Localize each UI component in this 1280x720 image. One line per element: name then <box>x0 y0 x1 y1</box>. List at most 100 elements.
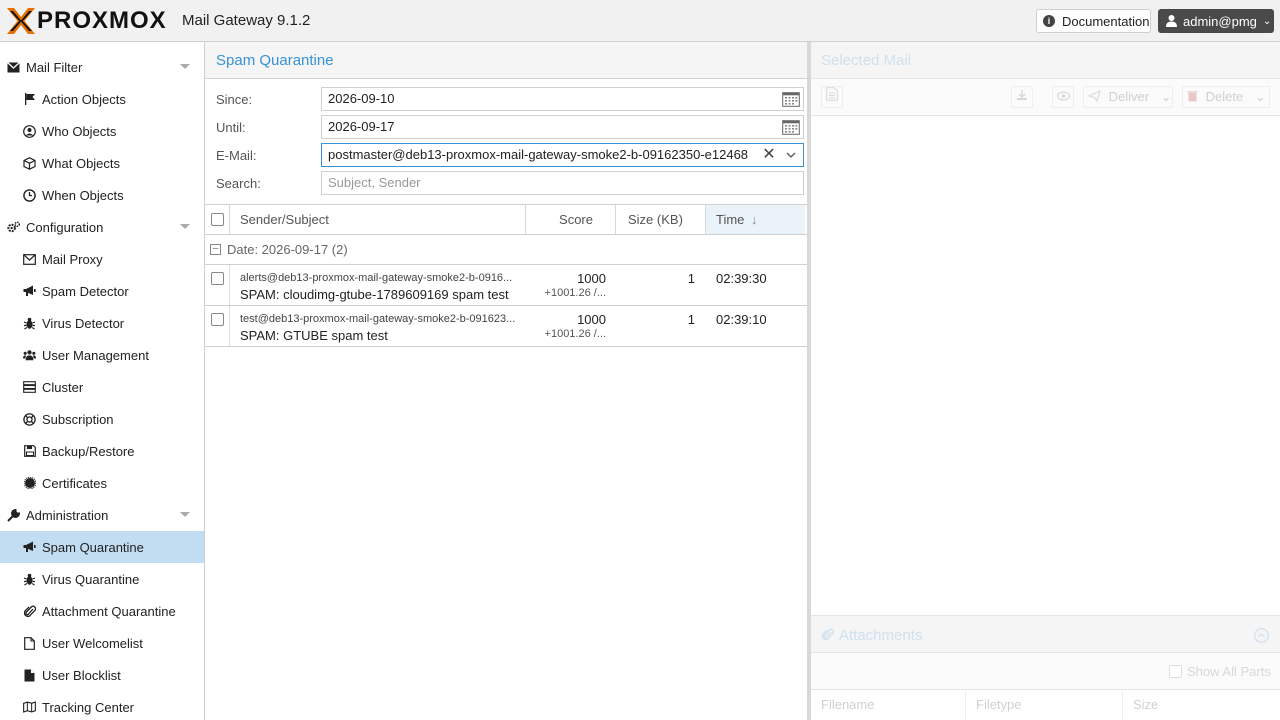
nav-tracking-center[interactable]: Tracking Center <box>0 691 204 720</box>
nav-label: User Welcomelist <box>42 635 143 651</box>
row-select-cell <box>205 265 230 305</box>
search-row: Search: Subject, Sender <box>216 171 806 195</box>
file-icon <box>23 669 36 682</box>
file-outline-icon <box>23 636 36 650</box>
clear-icon[interactable]: ✕ <box>759 144 779 166</box>
column-time-label: Time <box>716 212 745 227</box>
support-icon <box>23 412 36 426</box>
nav-when-objects[interactable]: When Objects <box>0 179 204 211</box>
table-row[interactable]: test@deb13-proxmox-mail-gateway-smoke2-b… <box>205 306 807 347</box>
toggle-view-button[interactable] <box>1052 86 1074 108</box>
download-icon <box>1017 90 1027 100</box>
since-date-field[interactable]: 2026-09-10 <box>321 87 804 111</box>
nav-user-management[interactable]: User Management <box>0 339 204 371</box>
row-score-detail: +1001.26 /... <box>544 328 606 340</box>
show-all-parts-label: Show All Parts <box>1187 664 1271 679</box>
show-all-parts-checkbox[interactable] <box>1169 665 1182 678</box>
column-size[interactable]: Size (KB) <box>616 205 706 234</box>
row-subject: SPAM: cloudimg-gtube-1789609169 spam tes… <box>240 287 509 302</box>
collapse-group-icon[interactable]: – <box>210 244 221 255</box>
nav-what-objects[interactable]: What Objects <box>0 147 204 179</box>
nav-configuration[interactable]: Configuration <box>0 211 204 243</box>
search-label: Search: <box>216 176 261 191</box>
column-time[interactable]: Time ↓ <box>706 205 805 234</box>
email-row: E-Mail: postmaster@deb13-proxmox-mail-ga… <box>216 143 806 167</box>
table-row[interactable]: alerts@deb13-proxmox-mail-gateway-smoke2… <box>205 265 807 306</box>
row-subject: SPAM: GTUBE spam test <box>240 328 388 343</box>
nav-mail-proxy[interactable]: Mail Proxy <box>0 243 204 275</box>
nav-who-objects[interactable]: Who Objects <box>0 115 204 147</box>
nav-spam-quarantine[interactable]: Spam Quarantine <box>0 531 204 563</box>
user-icon <box>1166 15 1177 27</box>
nav-label: Attachment Quarantine <box>42 603 176 619</box>
nav-administration[interactable]: Administration <box>0 499 204 531</box>
date-group-header[interactable]: – Date: 2026-09-17 (2) <box>205 235 807 265</box>
trash-icon <box>1187 91 1198 102</box>
nav-virus-detector[interactable]: Virus Detector <box>0 307 204 339</box>
column-sender-subject[interactable]: Sender/Subject <box>230 205 526 234</box>
user-menu-button[interactable]: admin@pmg ⌄ <box>1158 9 1274 33</box>
row-checkbox[interactable] <box>211 272 224 285</box>
since-value: 2026-09-10 <box>328 91 395 106</box>
nav-label: Subscription <box>42 411 114 427</box>
nav-spam-detector[interactable]: Spam Detector <box>0 275 204 307</box>
column-att-size[interactable]: Size <box>1123 690 1280 720</box>
nav-label: What Objects <box>42 155 121 171</box>
logo-x-icon <box>7 8 35 34</box>
collapse-caret-icon[interactable] <box>180 64 190 69</box>
nav-mail-filter[interactable]: Mail Filter <box>0 51 204 83</box>
select-all-cell <box>205 205 230 234</box>
nav-user-blocklist[interactable]: User Blocklist <box>0 659 204 691</box>
user-circle-icon <box>23 124 36 138</box>
row-size: 1 <box>687 312 695 327</box>
paperclip-icon <box>23 605 36 618</box>
sort-desc-icon: ↓ <box>751 212 758 227</box>
row-time: 02:39:30 <box>716 271 767 286</box>
collapse-caret-icon[interactable] <box>180 224 190 229</box>
nav-virus-quarantine[interactable]: Virus Quarantine <box>0 563 204 595</box>
email-combobox[interactable]: postmaster@deb13-proxmox-mail-gateway-sm… <box>321 143 804 167</box>
nav-label: Action Objects <box>42 91 126 107</box>
nav-action-objects[interactable]: Action Objects <box>0 83 204 115</box>
deliver-label: Deliver <box>1108 89 1150 104</box>
users-icon <box>23 349 36 362</box>
nav-label: User Blocklist <box>42 667 121 683</box>
calendar-icon[interactable] <box>779 116 803 138</box>
attachments-header[interactable]: Attachments <box>811 615 1280 653</box>
select-all-checkbox[interactable] <box>211 213 224 226</box>
nav-attachment-quarantine[interactable]: Attachment Quarantine <box>0 595 204 627</box>
documentation-button[interactable]: i Documentation <box>1036 9 1151 33</box>
panel-title: Spam Quarantine <box>205 42 807 79</box>
chevron-down-icon[interactable] <box>779 144 803 166</box>
nav-label: Virus Detector <box>42 315 125 331</box>
nav-label: When Objects <box>42 187 124 203</box>
nav-certificates[interactable]: Certificates <box>0 467 204 499</box>
nav-backup-restore[interactable]: Backup/Restore <box>0 435 204 467</box>
download-button[interactable] <box>1011 86 1033 108</box>
paperclip-icon <box>822 628 834 641</box>
raw-view-button[interactable] <box>821 86 843 108</box>
column-filename[interactable]: Filename <box>811 690 966 720</box>
column-score[interactable]: Score <box>526 205 616 234</box>
search-input[interactable]: Subject, Sender <box>321 171 804 195</box>
collapse-caret-icon[interactable] <box>180 512 190 517</box>
search-placeholder: Subject, Sender <box>328 175 421 190</box>
envelope-icon <box>7 61 20 74</box>
nav-label: Cluster <box>42 379 84 395</box>
product-version: Mail Gateway 9.1.2 <box>182 12 311 29</box>
nav-label: Configuration <box>26 219 104 235</box>
nav-user-welcomelist[interactable]: User Welcomelist <box>0 627 204 659</box>
logo-text: PROXMOX <box>37 7 167 34</box>
until-date-field[interactable]: 2026-09-17 <box>321 115 804 139</box>
column-filetype[interactable]: Filetype <box>966 690 1123 720</box>
calendar-icon[interactable] <box>779 88 803 110</box>
nav-subscription[interactable]: Subscription <box>0 403 204 435</box>
until-value: 2026-09-17 <box>328 119 395 134</box>
row-checkbox[interactable] <box>211 313 224 326</box>
nav-cluster[interactable]: Cluster <box>0 371 204 403</box>
deliver-button[interactable]: Deliver ⌄ <box>1083 86 1173 108</box>
delete-button[interactable]: Delete ⌄ <box>1182 86 1270 108</box>
email-label: E-Mail: <box>216 148 257 163</box>
proxmox-logo[interactable]: PROXMOX <box>7 8 167 34</box>
envelope-outline-icon <box>23 253 36 266</box>
